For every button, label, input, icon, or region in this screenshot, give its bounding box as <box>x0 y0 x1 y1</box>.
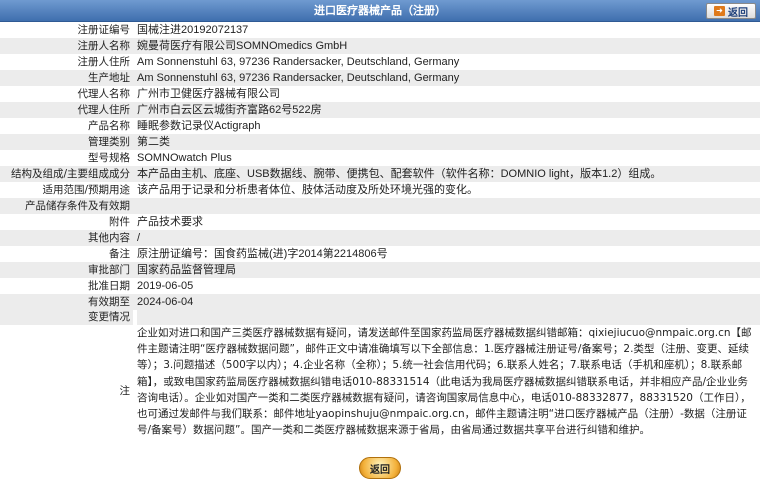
table-row: 审批部门 国家药品监督管理局 <box>0 262 760 278</box>
change-label: 变更情况 <box>0 310 133 325</box>
back-button-top[interactable]: ➜ 返回 <box>706 3 756 19</box>
row-value: 该产品用于记录和分析患者体位、肢体活动度及所处环境光强的变化。 <box>133 182 760 198</box>
row-label: 备注 <box>0 246 133 262</box>
note-row: 注 企业如对进口和国产三类医疗器械数据有疑问，请发送邮件至国家药监局医疗器械数据… <box>0 325 760 455</box>
row-label: 批准日期 <box>0 278 133 294</box>
table-row: 产品储存条件及有效期 <box>0 198 760 214</box>
table-row: 生产地址 Am Sonnenstuhl 63, 97236 Randersacke… <box>0 70 760 86</box>
row-label: 注册人住所 <box>0 54 133 70</box>
row-label: 适用范围/预期用途 <box>0 182 133 198</box>
table-row: 备注 原注册证编号：国食药监械(进)字2014第2214806号 <box>0 246 760 262</box>
row-value: 产品技术要求 <box>133 214 760 230</box>
row-label: 结构及组成/主要组成成分 <box>0 166 133 182</box>
row-value: 国械注进20192072137 <box>133 22 760 38</box>
change-value <box>137 310 760 325</box>
detail-table: 注册证编号 国械注进20192072137 注册人名称 婉曼荷医疗有限公司SOMNOm… <box>0 22 760 310</box>
table-row: 批准日期 2019-06-05 <box>0 278 760 294</box>
row-label: 有效期至 <box>0 294 133 310</box>
row-value: SOMNOwatch Plus <box>133 150 760 166</box>
row-value: Am Sonnenstuhl 63, 97236 Randersacker, D… <box>133 54 760 70</box>
note-text: 企业如对进口和国产三类医疗器械数据有疑问，请发送邮件至国家药监局医疗器械数据纠错… <box>137 327 752 437</box>
row-value: 广州市卫健医疗器械有限公司 <box>133 86 760 102</box>
row-value: 原注册证编号：国食药监械(进)字2014第2214806号 <box>133 246 760 262</box>
back-button-bottom[interactable]: 返回 <box>359 457 401 479</box>
row-label: 附件 <box>0 214 133 230</box>
arrow-right-icon: ➜ <box>714 6 725 16</box>
row-label: 产品储存条件及有效期 <box>0 198 133 214</box>
row-value: 2024-06-04 <box>133 294 760 310</box>
row-label: 代理人名称 <box>0 86 133 102</box>
table-row: 附件 产品技术要求 <box>0 214 760 230</box>
row-value: / <box>133 230 760 246</box>
row-value: 婉曼荷医疗有限公司SOMNOmedics GmbH <box>133 38 760 54</box>
row-label: 代理人住所 <box>0 102 133 118</box>
table-row: 代理人住所 广州市白云区云城街齐富路62号522房 <box>0 102 760 118</box>
table-row: 管理类别 第二类 <box>0 134 760 150</box>
table-row: 结构及组成/主要组成成分 本产品由主机、底座、USB数据线、腕带、便携包、配套软件… <box>0 166 760 182</box>
table-row: 注册证编号 国械注进20192072137 <box>0 22 760 38</box>
table-row: 有效期至 2024-06-04 <box>0 294 760 310</box>
table-row: 型号规格 SOMNOwatch Plus <box>0 150 760 166</box>
row-label: 管理类别 <box>0 134 133 150</box>
page-title: 进口医疗器械产品（注册） <box>314 4 446 17</box>
row-label: 注册证编号 <box>0 22 133 38</box>
table-row: 适用范围/预期用途 该产品用于记录和分析患者体位、肢体活动度及所处环境光强的变化。 <box>0 182 760 198</box>
row-label: 型号规格 <box>0 150 133 166</box>
back-button-label: 返回 <box>728 7 748 19</box>
row-value: Am Sonnenstuhl 63, 97236 Randersacker, D… <box>133 70 760 86</box>
row-value: 国家药品监督管理局 <box>133 262 760 278</box>
table-row: 注册人名称 婉曼荷医疗有限公司SOMNOmedics GmbH <box>0 38 760 54</box>
row-label: 其他内容 <box>0 230 133 246</box>
row-value: 广州市白云区云城街齐富路62号522房 <box>133 102 760 118</box>
row-value: 本产品由主机、底座、USB数据线、腕带、便携包、配套软件（软件名称：DOMNIO… <box>133 166 760 182</box>
row-label: 生产地址 <box>0 70 133 86</box>
row-label: 产品名称 <box>0 118 133 134</box>
row-value <box>133 198 760 214</box>
back-button-bottom-label: 返回 <box>370 464 390 476</box>
row-label: 注册人名称 <box>0 38 133 54</box>
row-value: 2019-06-05 <box>133 278 760 294</box>
row-value: 睡眠参数记录仪Actigraph <box>133 118 760 134</box>
table-row: 注册人住所 Am Sonnenstuhl 63, 97236 Randersack… <box>0 54 760 70</box>
row-label: 审批部门 <box>0 262 133 278</box>
note-label: 注 <box>119 384 131 397</box>
row-value: 第二类 <box>133 134 760 150</box>
table-row: 产品名称 睡眠参数记录仪Actigraph <box>0 118 760 134</box>
table-row: 其他内容 / <box>0 230 760 246</box>
table-row: 代理人名称 广州市卫健医疗器械有限公司 <box>0 86 760 102</box>
